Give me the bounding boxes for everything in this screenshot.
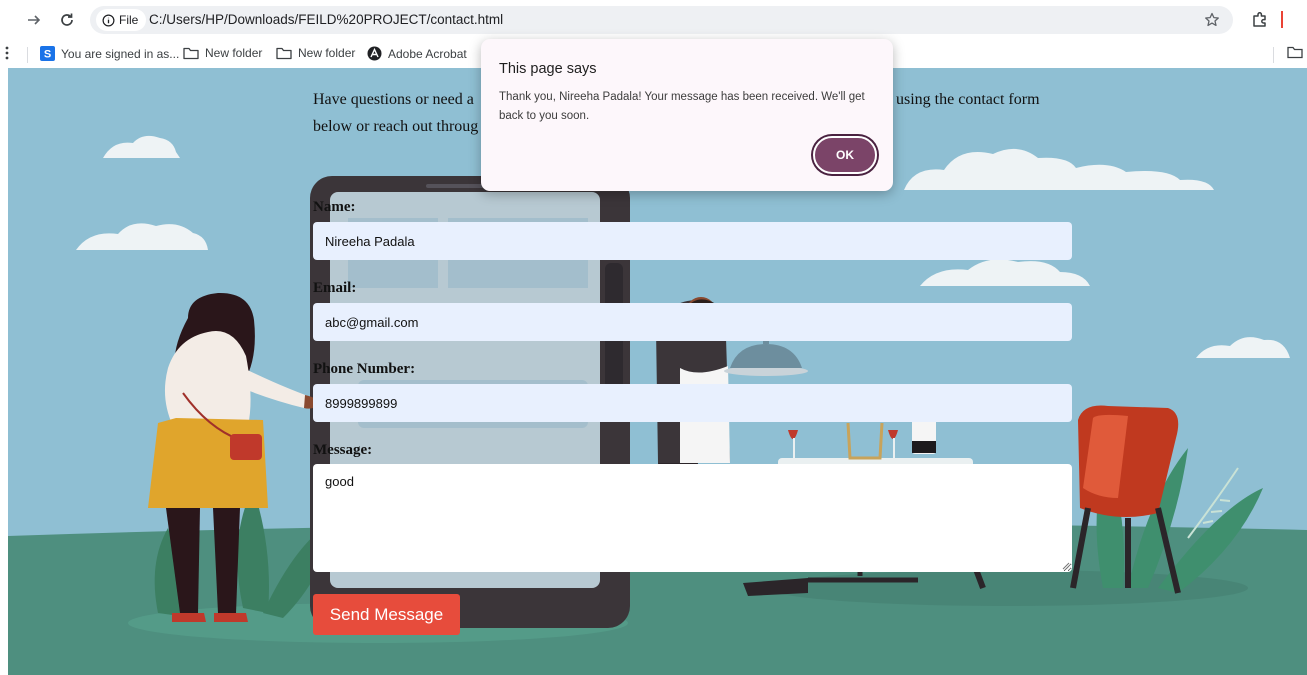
folder-icon (276, 47, 292, 59)
acrobat-icon (367, 46, 382, 61)
bookmark-label: New folder (205, 46, 263, 60)
url-text[interactable]: C:/Users/HP/Downloads/FEILD%20PROJECT/co… (149, 12, 503, 27)
other-bookmarks-button[interactable] (1287, 46, 1303, 59)
name-label: Name: (313, 199, 356, 215)
alert-dialog: This page says Thank you, Nireeha Padala… (481, 39, 893, 191)
svg-text:S: S (44, 49, 51, 61)
forward-button[interactable] (22, 8, 46, 32)
bookmark-star-button[interactable] (1201, 9, 1223, 31)
info-icon (102, 14, 115, 26)
dialog-title: This page says (499, 61, 597, 77)
email-input[interactable] (313, 303, 1072, 341)
send-message-button[interactable]: Send Message (313, 594, 460, 635)
s-badge-icon: S (40, 46, 55, 61)
phone-input[interactable] (313, 384, 1072, 422)
name-input[interactable] (313, 222, 1072, 260)
message-label: Message: (313, 442, 373, 458)
bookmarks-separator (27, 47, 28, 63)
resize-handle-icon[interactable] (1061, 561, 1070, 570)
bookmark-label: You are signed in as... (61, 46, 180, 61)
bookmark-label: Adobe Acrobat (388, 46, 467, 61)
intro-end: using the contact form (896, 91, 1040, 108)
address-bar[interactable]: File C:/Users/HP/Downloads/FEILD%20PROJE… (90, 6, 1233, 34)
bookmark-adobe-acrobat[interactable]: Adobe Acrobat (367, 46, 467, 61)
folder-icon (1287, 46, 1303, 59)
site-info-chip[interactable]: File (96, 9, 147, 31)
message-input[interactable]: good (313, 464, 1072, 572)
reload-icon (61, 13, 73, 26)
folder-icon (183, 47, 199, 59)
site-chip-label: File (119, 13, 139, 27)
bookmarks-separator (1273, 47, 1274, 63)
bookmark-label: New folder (298, 46, 356, 60)
arrow-right-icon (28, 15, 41, 25)
ok-button[interactable]: OK (813, 136, 877, 174)
dialog-message: Thank you, Nireeha Padala! Your message … (499, 91, 865, 122)
reload-button[interactable] (55, 8, 79, 32)
profile-indicator (1281, 11, 1283, 28)
bookmark-new-folder-1[interactable]: New folder (183, 46, 262, 60)
email-label: Email: (313, 280, 357, 296)
apps-button[interactable] (5, 46, 9, 60)
intro-start: Have questions or need a (313, 91, 474, 108)
extensions-button[interactable] (1248, 8, 1272, 32)
bookmark-signed-in[interactable]: S You are signed in as... (40, 46, 179, 61)
star-icon (1205, 12, 1219, 27)
puzzle-icon (1253, 12, 1266, 27)
browser-toolbar: File C:/Users/HP/Downloads/FEILD%20PROJE… (0, 0, 1307, 40)
bookmark-new-folder-2[interactable]: New folder (276, 46, 355, 60)
phone-label: Phone Number: (313, 361, 416, 377)
apps-grid-icon (5, 46, 9, 60)
